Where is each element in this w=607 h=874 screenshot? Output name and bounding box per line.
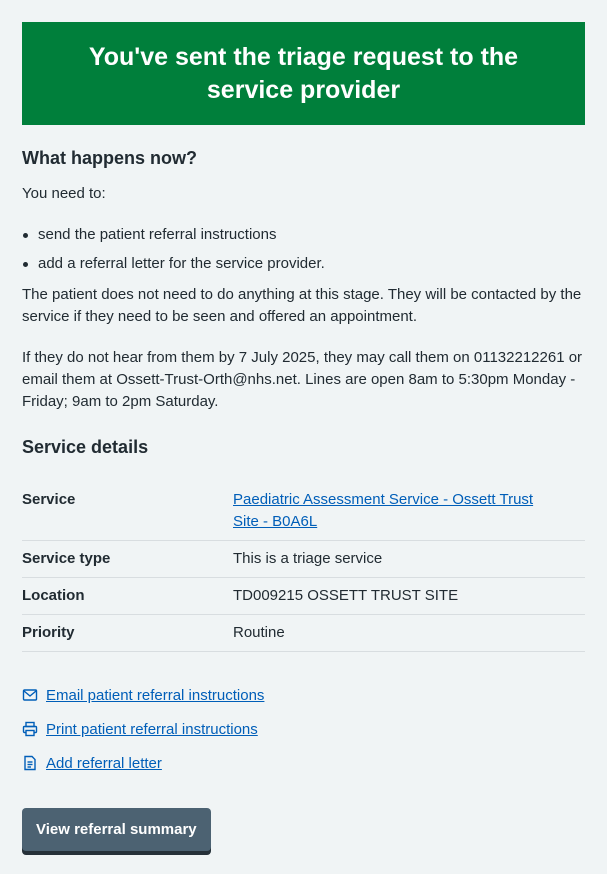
service-summary-list: Service Paediatric Assessment Service - … (22, 483, 585, 652)
summary-row-location: Location TD009215 OSSETT TRUST SITE (22, 578, 585, 615)
printer-icon (22, 721, 38, 737)
summary-value: This is a triage service (233, 550, 383, 567)
summary-key: Location (22, 587, 85, 604)
confirmation-title: You've sent the triage request to the se… (88, 42, 519, 104)
document-icon (22, 755, 38, 771)
summary-row-service: Service Paediatric Assessment Service - … (22, 483, 585, 541)
action-links: Email patient referral instructions Prin… (22, 684, 585, 774)
envelope-icon (22, 687, 38, 703)
summary-value: TD009215 OSSETT TRUST SITE (233, 587, 459, 604)
service-details-heading: Service details (22, 437, 149, 457)
email-instructions-link[interactable]: Email patient referral instructions (46, 687, 264, 704)
summary-row-priority: Priority Routine (22, 615, 585, 652)
summary-key: Service type (22, 550, 111, 567)
you-need-to-text: You need to: (22, 185, 106, 202)
summary-row-service-type: Service type This is a triage service (22, 541, 585, 578)
page: You've sent the triage request to the se… (22, 0, 585, 851)
email-instructions-action: Email patient referral instructions (22, 684, 585, 706)
summary-value: Paediatric Assessment Service - Ossett T… (233, 489, 585, 533)
list-item: add a referral letter for the service pr… (22, 253, 585, 275)
add-letter-action: Add referral letter (22, 752, 585, 774)
print-instructions-action: Print patient referral instructions (22, 718, 585, 740)
summary-key: Priority (22, 624, 75, 641)
patient-info-paragraph: The patient does not need to do anything… (22, 286, 582, 325)
add-letter-link[interactable]: Add referral letter (46, 755, 162, 772)
view-referral-summary-button[interactable]: View referral summary (22, 808, 211, 851)
list-item: send the patient referral instructions (22, 224, 585, 246)
todo-list: send the patient referral instructions a… (22, 224, 585, 275)
confirmation-panel: You've sent the triage request to the se… (22, 22, 585, 125)
service-link[interactable]: Paediatric Assessment Service - Ossett T… (233, 489, 543, 533)
contact-info-paragraph: If they do not hear from them by 7 July … (22, 349, 583, 410)
summary-value: Routine (233, 624, 285, 641)
what-happens-heading: What happens now? (22, 148, 197, 168)
summary-key: Service (22, 491, 76, 508)
print-instructions-link[interactable]: Print patient referral instructions (46, 721, 258, 738)
